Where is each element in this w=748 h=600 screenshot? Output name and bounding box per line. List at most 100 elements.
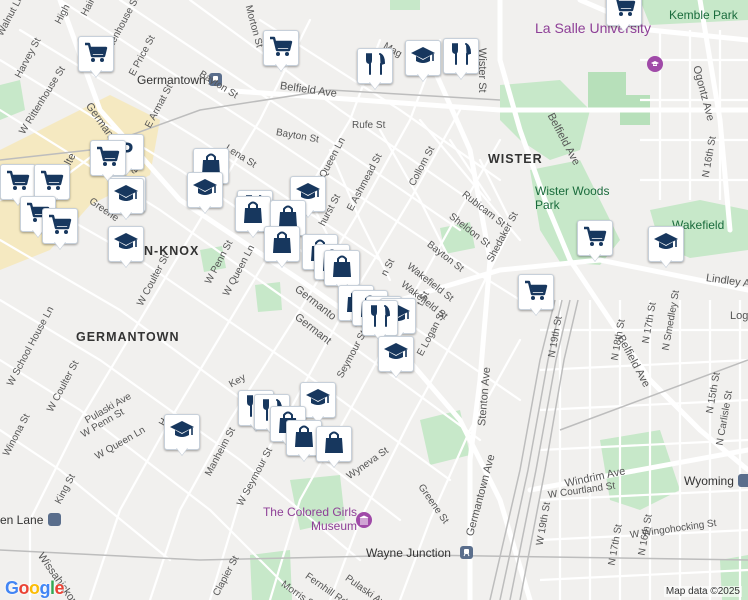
poi-label-wister-woods[interactable]: Wister Woods Park	[535, 184, 610, 212]
street-label-rufe-st: Rufe St	[352, 120, 386, 131]
map-marker-school[interactable]	[108, 226, 144, 270]
shopping-cart-icon	[46, 210, 74, 243]
marker-box[interactable]	[34, 164, 70, 200]
marker-box[interactable]	[0, 164, 36, 200]
marker-box[interactable]	[264, 226, 300, 262]
map-marker-school[interactable]	[648, 226, 684, 270]
marker-box[interactable]	[577, 220, 613, 256]
train-station-icon	[738, 474, 748, 487]
map-marker-shopping-cart[interactable]	[263, 30, 299, 74]
park-small-4	[0, 80, 25, 120]
school-icon	[191, 174, 219, 207]
google-logo-text: Google	[5, 578, 65, 598]
map-marker-restaurant[interactable]	[443, 38, 479, 82]
museum-pin-icon[interactable]	[356, 512, 372, 528]
shopping-cart-icon	[267, 32, 295, 65]
shopping-cart-icon	[38, 166, 66, 199]
marker-pointer	[417, 73, 429, 81]
park-lasalle	[500, 80, 590, 160]
marker-box[interactable]	[405, 40, 441, 76]
marker-box[interactable]	[316, 426, 352, 462]
street-label-logan: Log	[730, 310, 748, 322]
map-marker-shopping-cart[interactable]	[606, 0, 642, 34]
map-marker-shopping-cart[interactable]	[78, 36, 114, 80]
marker-box[interactable]	[164, 414, 200, 450]
school-icon	[112, 228, 140, 261]
shopping-cart-icon	[522, 276, 550, 309]
map-marker-school[interactable]	[187, 172, 223, 216]
map-marker-school[interactable]	[164, 414, 200, 458]
school-icon	[112, 180, 140, 213]
restaurant-icon	[361, 50, 389, 83]
marker-box[interactable]	[324, 250, 360, 286]
shopping-bag-icon	[328, 252, 356, 285]
poi-label-wayne-junction[interactable]: Wayne Junction	[366, 546, 451, 560]
poi-label-queen-lane[interactable]: en Lane	[0, 513, 43, 527]
area-label-wister: WISTER	[488, 152, 543, 166]
shopping-cart-icon	[82, 38, 110, 71]
marker-pointer	[275, 63, 287, 71]
map-marker-shopping-cart[interactable]	[577, 220, 613, 264]
marker-pointer	[298, 453, 310, 461]
marker-box[interactable]	[90, 140, 126, 176]
map-marker-shopping-bag[interactable]	[264, 226, 300, 270]
shopping-bag-icon	[268, 228, 296, 261]
marker-box[interactable]	[378, 336, 414, 372]
restaurant-icon	[366, 302, 394, 335]
marker-box[interactable]	[648, 226, 684, 262]
train-station-icon	[48, 513, 61, 526]
park-small-6	[390, 0, 420, 10]
marker-pointer	[390, 369, 402, 377]
marker-box[interactable]	[108, 178, 144, 214]
shopping-cart-icon	[581, 222, 609, 255]
marker-box[interactable]	[362, 300, 398, 336]
marker-box[interactable]	[187, 172, 223, 208]
map-marker-school[interactable]	[108, 178, 144, 222]
map-marker-shopping-cart[interactable]	[42, 208, 78, 252]
marker-pointer	[369, 81, 381, 89]
marker-pointer	[618, 23, 630, 31]
marker-pointer	[530, 307, 542, 315]
map-marker-shopping-bag[interactable]	[316, 426, 352, 470]
school-icon	[168, 416, 196, 449]
university-pin-icon[interactable]	[647, 56, 663, 72]
marker-pointer	[199, 205, 211, 213]
map-attribution: Map data ©2025	[663, 586, 742, 597]
restaurant-icon	[447, 40, 475, 73]
marker-pointer	[54, 241, 66, 249]
marker-box[interactable]	[78, 36, 114, 72]
marker-box[interactable]	[108, 226, 144, 262]
shopping-bag-icon	[290, 422, 318, 455]
marker-box[interactable]	[518, 274, 554, 310]
marker-pointer	[589, 253, 601, 261]
marker-box[interactable]	[357, 48, 393, 84]
shopping-bag-icon	[239, 198, 267, 231]
marker-pointer	[276, 259, 288, 267]
poi-label-wyoming[interactable]: Wyoming	[684, 474, 734, 488]
marker-pointer	[247, 229, 259, 237]
poi-label-colored-girls[interactable]: The Colored Girls Museum	[262, 505, 357, 533]
google-logo: Google	[5, 578, 65, 599]
shopping-bag-icon	[320, 428, 348, 461]
school-icon	[652, 228, 680, 261]
map-marker-school[interactable]	[405, 40, 441, 84]
area-label-knox: N-KNOX	[144, 244, 200, 258]
shopping-cart-icon	[610, 0, 638, 25]
school-icon	[304, 384, 332, 417]
marker-pointer	[120, 211, 132, 219]
park-south	[420, 410, 470, 465]
map-canvas[interactable]: WISTER GERMANTOWN N-KNOX La Salle Univer…	[0, 0, 748, 600]
marker-pointer	[328, 459, 340, 467]
marker-box[interactable]	[443, 38, 479, 74]
marker-pointer	[176, 447, 188, 455]
map-marker-restaurant[interactable]	[357, 48, 393, 92]
school-icon	[382, 338, 410, 371]
marker-pointer	[120, 259, 132, 267]
map-marker-shopping-cart[interactable]	[518, 274, 554, 318]
marker-pointer	[660, 259, 672, 267]
school-icon	[409, 42, 437, 75]
marker-box[interactable]	[263, 30, 299, 66]
marker-box[interactable]	[42, 208, 78, 244]
map-marker-school[interactable]	[378, 336, 414, 380]
poi-label-kemble[interactable]: Kemble Park	[669, 8, 738, 22]
